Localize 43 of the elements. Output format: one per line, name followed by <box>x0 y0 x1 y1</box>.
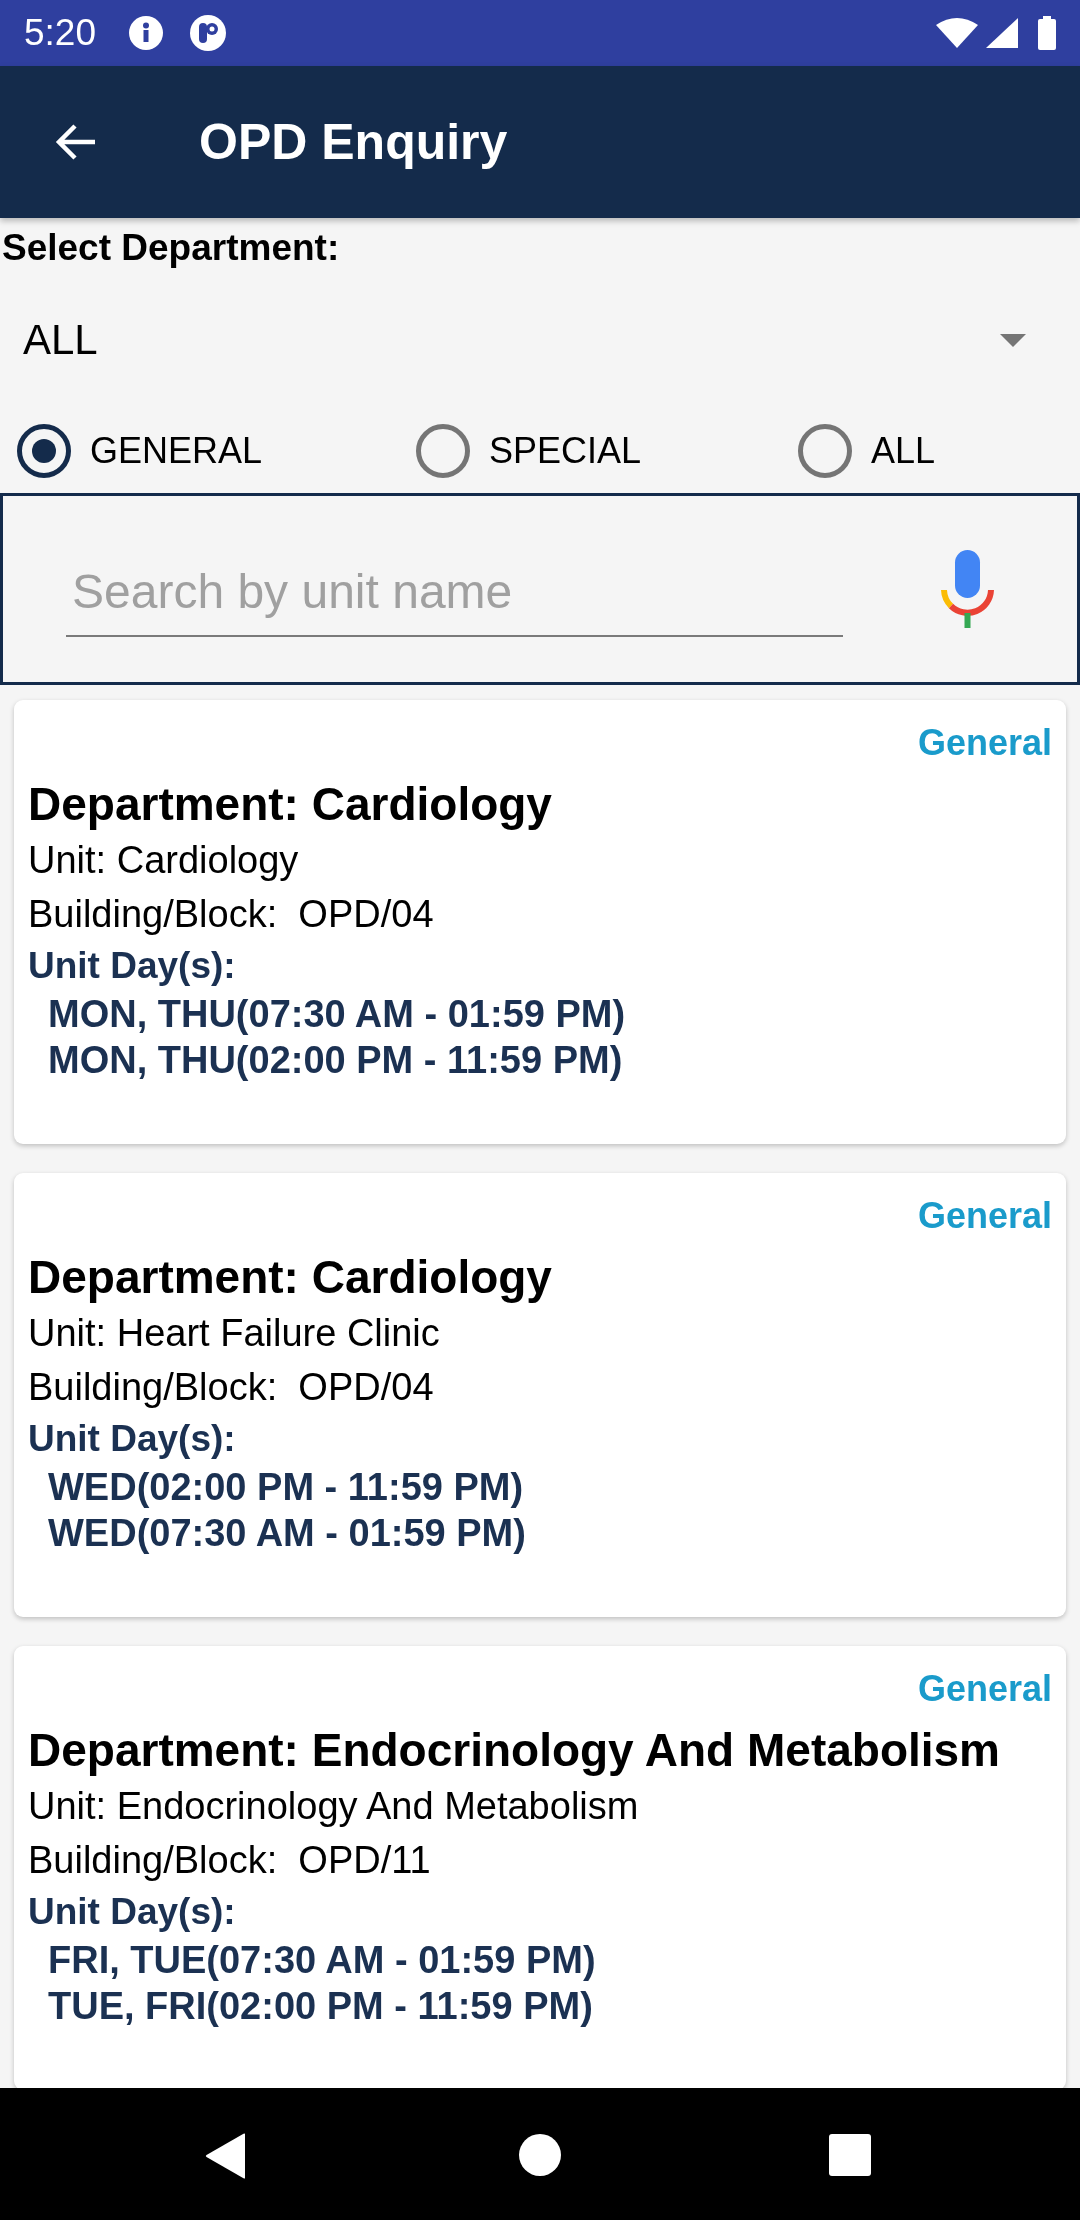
department-title: Department: Cardiology <box>28 777 552 832</box>
schedule-text: WED(02:00 PM - 11:59 PM) <box>48 1465 524 1510</box>
back-icon[interactable] <box>205 2133 247 2179</box>
caret-icon <box>1000 333 1026 347</box>
battery-icon <box>1038 16 1056 50</box>
days-label: Unit Day(s): <box>28 1417 236 1461</box>
unit-card[interactable]: General Department: Endocrinology And Metabolism Unit: Endocrinology And Metabolism Building/Block: OPD/11 Unit Day(s): FRI, TUE(07:30 AM - 01:59 PM) TUE, FRI(02:00 PM - 11:59 PM) <box>14 1646 1066 2088</box>
department-dropdown[interactable]: ALL <box>0 272 1080 408</box>
signal-icon <box>986 18 1018 48</box>
category-label: General <box>917 721 1052 765</box>
schedule-text: FRI, TUE(07:30 AM - 01:59 PM) <box>48 1938 596 1983</box>
category-label: General <box>917 1194 1052 1238</box>
department-title: Department: Cardiology <box>28 1250 552 1305</box>
days-label: Unit Day(s): <box>28 1890 236 1934</box>
unit-card[interactable]: General Department: Cardiology Unit: Heart Failure Clinic Building/Block: OPD/04 Unit Day(s): WED(02:00 PM - 11:59 PM) WED(07:30 AM - 01:59 PM) <box>14 1173 1066 1617</box>
section-label: Select Department: <box>1 226 340 270</box>
info-icon <box>129 16 163 50</box>
unit-text: Unit: Heart Failure Clinic <box>28 1311 440 1356</box>
radio-option[interactable]: GENERAL <box>17 420 416 481</box>
schedule-text: MON, THU(07:30 AM - 01:59 PM) <box>48 992 626 1037</box>
notification-icon <box>190 15 226 51</box>
radio-option[interactable]: ALL <box>798 420 1080 481</box>
schedule-text: WED(07:30 AM - 01:59 PM) <box>48 1511 526 1556</box>
days-label: Unit Day(s): <box>28 944 236 988</box>
search-field[interactable]: Search by unit name <box>66 547 843 637</box>
schedule-text: MON, THU(02:00 PM - 11:59 PM) <box>48 1038 623 1083</box>
wifi-icon <box>936 18 978 48</box>
radio-option[interactable]: SPECIAL <box>416 420 798 481</box>
back-icon[interactable] <box>55 122 97 162</box>
department-title: Department: Endocrinology And Metabolism <box>28 1723 1001 1778</box>
unit-text: Unit: Endocrinology And Metabolism <box>28 1784 639 1829</box>
building-text: Building/Block: OPD/04 <box>28 1365 434 1410</box>
building-text: Building/Block: OPD/11 <box>28 1838 431 1883</box>
home-icon[interactable] <box>519 2134 561 2176</box>
building-text: Building/Block: OPD/04 <box>28 892 434 937</box>
search-bar[interactable]: Search by unit name <box>0 493 1080 685</box>
unit-text: Unit: Cardiology <box>28 838 299 883</box>
status-time: 5:20 <box>24 11 96 55</box>
microphone-icon[interactable] <box>940 550 995 628</box>
unit-card[interactable]: General Department: Cardiology Unit: Cardiology Building/Block: OPD/04 Unit Day(s): MON, THU(07:30 AM - 01:59 PM) MON, THU(02:00 PM - 11:59 PM) <box>14 700 1066 1144</box>
screen-title: OPD Enquiry <box>199 113 508 172</box>
category-label: General <box>917 1667 1052 1711</box>
schedule-text: TUE, FRI(02:00 PM - 11:59 PM) <box>48 1984 593 2029</box>
